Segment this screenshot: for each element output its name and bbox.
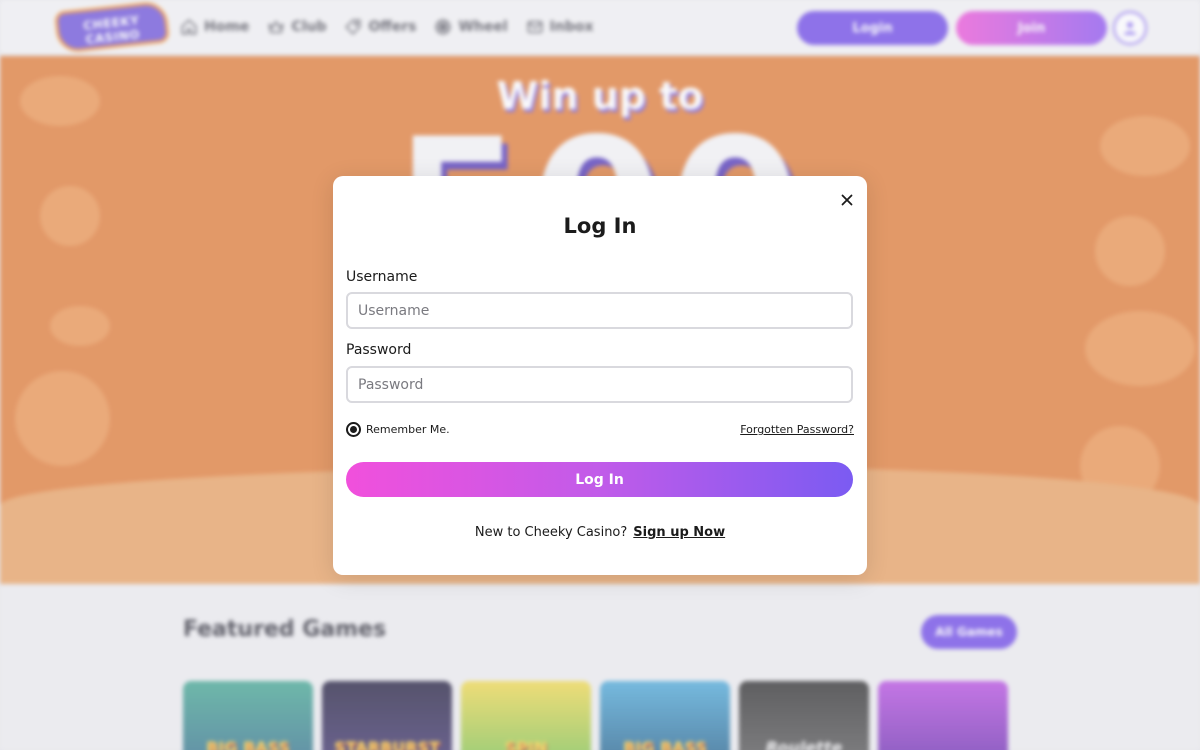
username-label: Username: [346, 269, 418, 285]
remember-me-label: Remember Me.: [366, 423, 450, 436]
remember-me-radio[interactable]: [346, 422, 361, 437]
forgotten-password-link[interactable]: Forgotten Password?: [740, 423, 854, 436]
password-input[interactable]: [346, 366, 853, 403]
sign-up-link[interactable]: Sign up Now: [633, 525, 725, 540]
signup-prompt: New to Cheeky Casino? Sign up Now: [333, 525, 867, 540]
username-input[interactable]: [346, 292, 853, 329]
login-submit-button[interactable]: Log In: [346, 462, 853, 497]
radio-selected-dot: [350, 426, 357, 433]
signup-prompt-text: New to Cheeky Casino?: [474, 525, 628, 540]
login-modal: Log In Username Password Remember Me. Fo…: [333, 176, 867, 575]
modal-title: Log In: [563, 214, 637, 238]
close-icon[interactable]: [838, 191, 856, 209]
password-label: Password: [346, 342, 412, 358]
remember-me-option[interactable]: Remember Me.: [346, 422, 450, 437]
